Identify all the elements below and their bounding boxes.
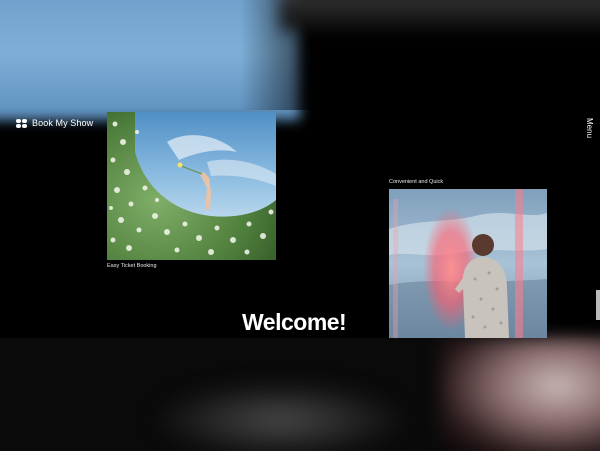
- blurred-bottom-glow: [150, 380, 410, 451]
- welcome-heading: Welcome!: [242, 309, 347, 335]
- card-caption: Convenient and Quick: [389, 179, 444, 185]
- card-image-easy-booking[interactable]: [107, 112, 276, 260]
- card-caption: Easy Ticket Booking: [107, 263, 157, 269]
- edge-strip: [596, 290, 600, 320]
- hedge-photo: [107, 112, 276, 260]
- logo-grid-icon: [16, 118, 27, 128]
- blurred-dark-backdrop: [280, 0, 600, 30]
- blurred-bottom-right-image: [440, 338, 600, 451]
- menu-button[interactable]: Menu: [585, 118, 594, 138]
- brand-logo[interactable]: Book My Show: [16, 118, 93, 128]
- person-photo: [389, 189, 547, 338]
- card-image-convenient-quick[interactable]: [389, 189, 547, 338]
- brand-name: Book My Show: [32, 118, 94, 128]
- landing-page: Book My Show Menu Easy Ticket Booking Co…: [0, 0, 600, 451]
